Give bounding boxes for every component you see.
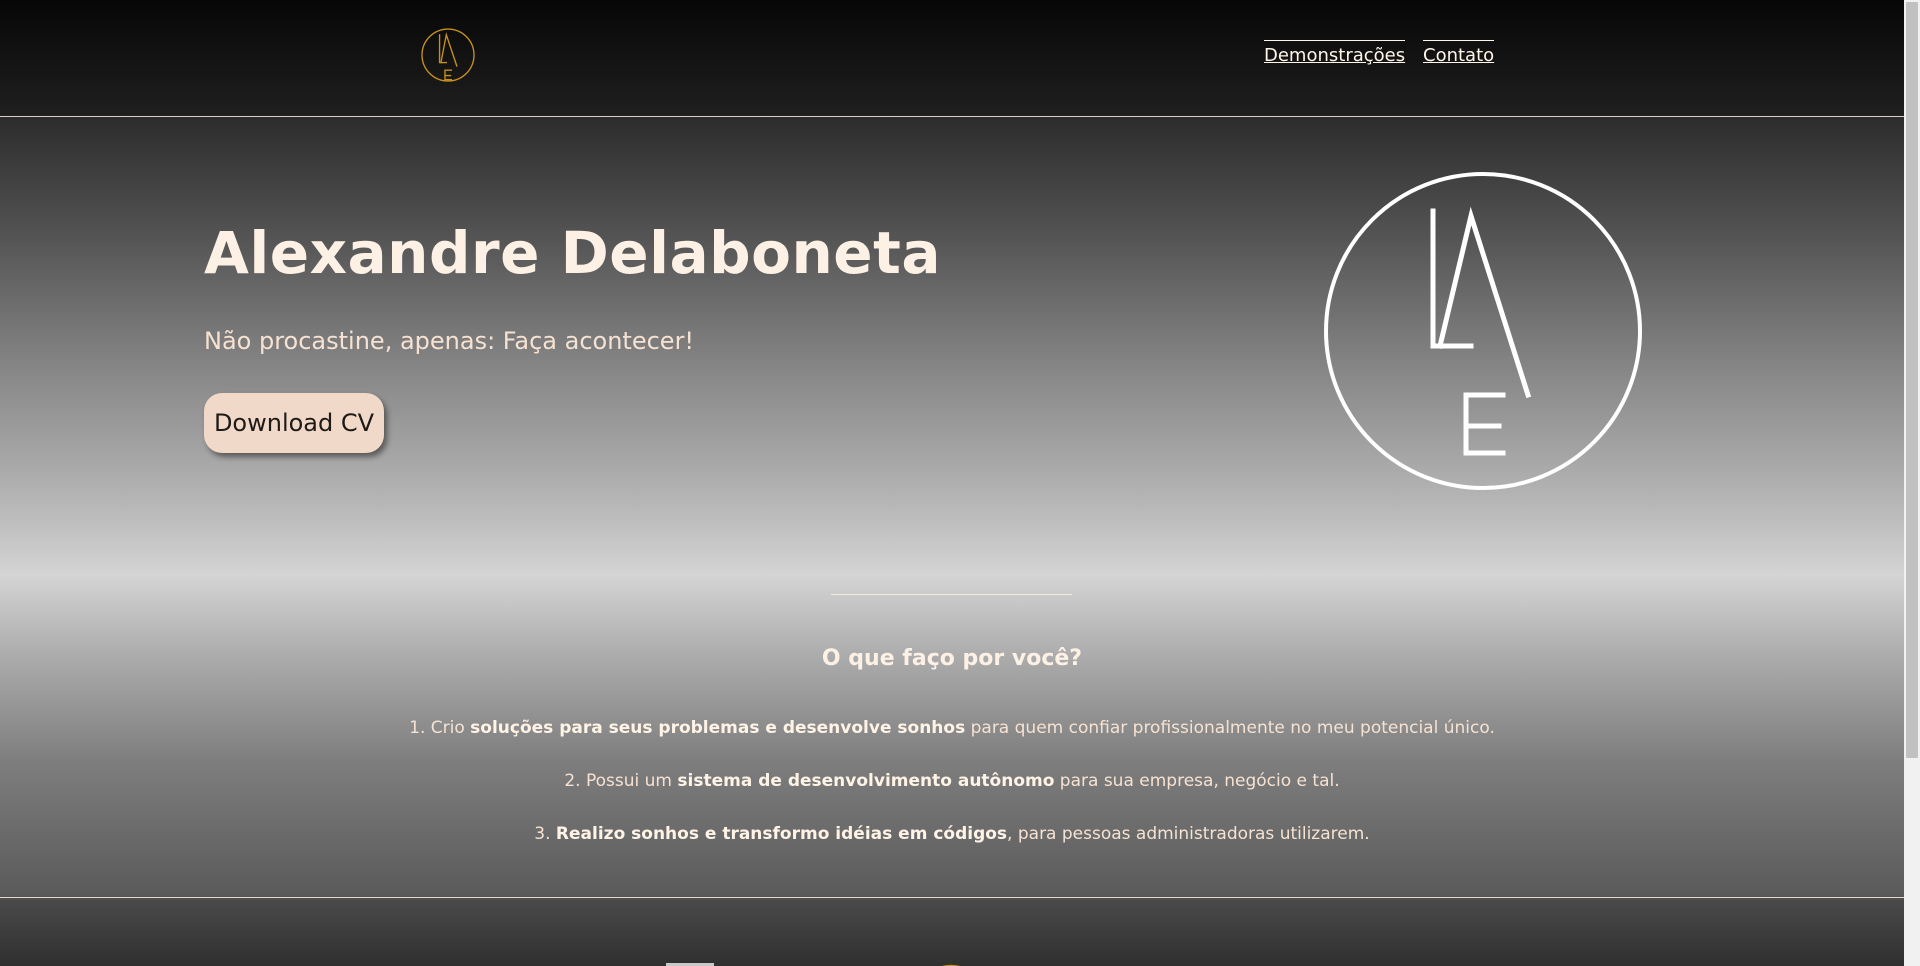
service-item-1: 1. Crio soluções para seus problemas e d… <box>409 718 1495 738</box>
hero-title: Alexandre Delaboneta <box>204 219 941 287</box>
hero-subtitle: Não procastine, apenas: Faça acontecer! <box>204 327 695 355</box>
nav-link-contato[interactable]: Contato <box>1423 40 1495 67</box>
service-item-2: 2. Possui um sistema de desenvolvimento … <box>564 771 1340 791</box>
lae-logo-icon[interactable] <box>421 28 475 82</box>
lae-monogram-icon <box>1324 172 1642 490</box>
service-item-3: 3. Realizo sonhos e transformo idéias em… <box>534 824 1370 844</box>
footer-logo-icon <box>942 964 960 966</box>
services-title: O que faço por você? <box>821 646 1083 671</box>
footer-divider <box>0 897 1904 898</box>
download-cv-button[interactable]: Download CV <box>204 393 384 453</box>
nav-link-demonstracoes[interactable]: Demonstrações <box>1264 40 1406 67</box>
page: Demonstrações Contato Alexandre Delabone… <box>0 0 1904 966</box>
section-divider <box>831 594 1072 595</box>
scrollbar-thumb[interactable] <box>1906 2 1918 758</box>
site-header: Demonstrações Contato <box>0 0 1904 117</box>
vertical-scrollbar[interactable] <box>1904 0 1920 966</box>
